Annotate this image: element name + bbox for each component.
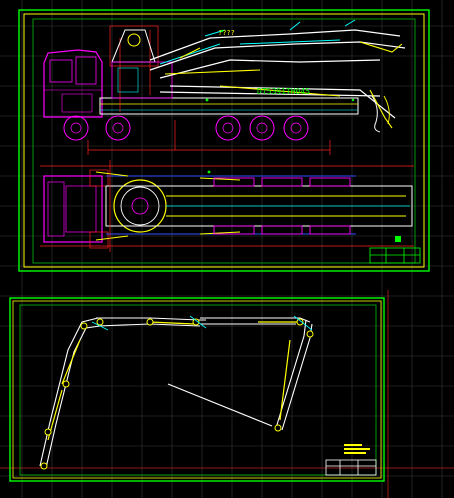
bottom-annotation <box>344 444 370 454</box>
wheel-1 <box>63 115 89 141</box>
wheel-3 <box>215 115 241 141</box>
wheel-2 <box>105 115 131 141</box>
boom-elevation <box>39 317 313 469</box>
bottom-sheet[interactable] <box>9 297 385 482</box>
top-title-block <box>369 247 421 264</box>
truck-chassis <box>99 97 359 115</box>
model-label: DT5391TH045 <box>257 87 310 96</box>
bottom-sheet-inner-frame <box>12 300 382 479</box>
boom-cylinders <box>47 321 298 441</box>
wheel-5 <box>283 115 309 141</box>
cad-drawing-canvas[interactable]: DT5391TH045 ???? <box>0 0 454 498</box>
truck-plan-view <box>40 160 414 252</box>
truck-side-elevation: DT5391TH045 ???? <box>43 19 406 155</box>
question-label: ???? <box>218 29 235 37</box>
top-sheet-inner-frame <box>23 13 425 268</box>
top-sheet[interactable]: DT5391TH045 ???? <box>18 9 430 272</box>
ucs-crosshair <box>0 290 454 498</box>
bottom-title-block <box>325 459 377 476</box>
folded-boom <box>149 29 406 119</box>
bottom-sheet-drawing-border <box>19 304 377 476</box>
